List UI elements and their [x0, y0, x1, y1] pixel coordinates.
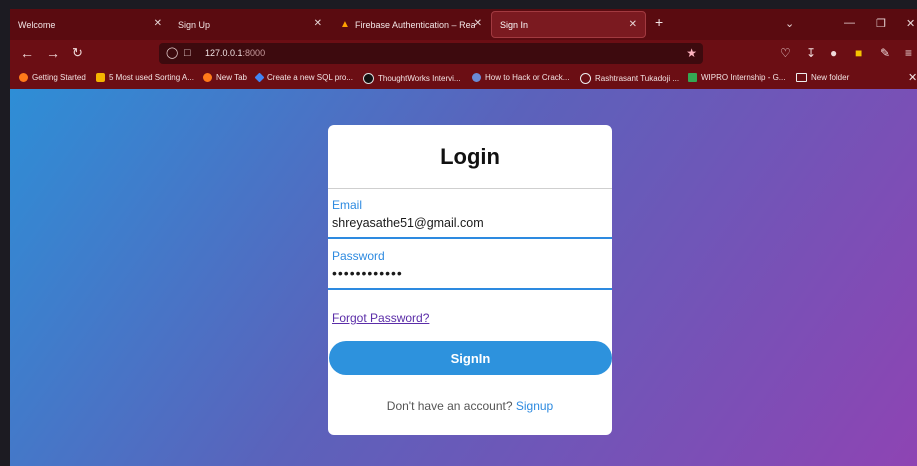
close-icon[interactable]: ✕ [314, 18, 322, 29]
close-icon[interactable]: ✕ [629, 19, 637, 30]
email-field[interactable] [332, 216, 602, 230]
close-icon[interactable]: ✕ [908, 71, 917, 84]
email-underline [328, 237, 612, 239]
password-field-group: Password •••••••••••• [328, 240, 612, 290]
bookmark-thoughtworks[interactable]: ThoughtWorks Intervi... [363, 73, 461, 84]
url-bar[interactable]: ◯ □ 127.0.0.1:8000 ★ [159, 43, 703, 64]
bookmark-getting-started[interactable]: Getting Started [19, 73, 86, 82]
key-icon [472, 73, 481, 82]
minimize-icon[interactable]: — [844, 17, 855, 29]
nav-toolbar: ← → ↻ ◯ □ 127.0.0.1:8000 ★ ♡ ↧ ● ■ ✎ ≡ [10, 40, 917, 68]
no-account-text: Don't have an account? [386, 399, 513, 413]
page-title: Login [440, 144, 500, 169]
tab-label: Firebase Authentication – Realtim [355, 19, 475, 30]
password-label: Password [332, 249, 385, 263]
bookmark-wipro[interactable]: WIPRO Internship - G... [688, 73, 785, 82]
firefox-icon [19, 73, 28, 82]
password-field[interactable]: •••••••••••• [332, 265, 602, 281]
signup-row: Don't have an account? Signup [328, 399, 612, 413]
tab-label: Welcome [18, 19, 56, 30]
back-icon[interactable]: ← [20, 45, 34, 61]
bookmarks-bar: Getting Started 5 Most used Sorting A...… [10, 68, 917, 89]
tab-welcome[interactable]: Welcome ✕ [10, 11, 170, 38]
list-all-tabs-icon[interactable]: ⌄ [785, 17, 794, 30]
bookmark-new-tab[interactable]: New Tab [203, 73, 247, 82]
folder-icon [796, 73, 807, 82]
password-underline [328, 288, 612, 290]
tab-sign-in[interactable]: Sign In ✕ [491, 11, 646, 38]
email-label: Email [332, 198, 363, 212]
drive-icon [688, 73, 697, 82]
thoughtworks-icon [363, 73, 374, 84]
tab-sign-up[interactable]: Sign Up ✕ [170, 11, 330, 38]
close-icon[interactable]: ✕ [474, 18, 482, 29]
tab-label: Sign In [500, 19, 529, 30]
menu-icon[interactable]: ≡ [905, 47, 912, 59]
signin-button[interactable]: SignIn [329, 341, 612, 375]
extension-icon[interactable]: ■ [855, 47, 862, 59]
url-text[interactable]: 127.0.0.1:8000 [205, 48, 265, 58]
page-icon[interactable]: □ [184, 47, 191, 59]
firebase-icon: ▲ [340, 18, 350, 30]
tab-label: Sign Up [178, 19, 211, 30]
restore-icon[interactable]: ❐ [876, 17, 886, 30]
new-tab-icon[interactable]: + [655, 15, 663, 29]
globe-icon [580, 73, 591, 84]
download-icon[interactable]: ↧ [806, 47, 816, 59]
bookmark-hack[interactable]: How to Hack or Crack... [472, 73, 569, 82]
account-icon[interactable]: ● [830, 47, 837, 59]
page-content: Login Email Password •••••••••••• Forgot… [10, 89, 917, 466]
bookmark-sql[interactable]: Create a new SQL pro... [254, 72, 353, 83]
browser-window: Welcome ✕ Sign Up ✕ ▲ Firebase Authentic… [10, 0, 917, 466]
window-close-icon[interactable]: ✕ [906, 17, 915, 30]
firefox-icon [203, 73, 212, 82]
login-card: Login Email Password •••••••••••• Forgot… [328, 125, 612, 435]
reload-icon[interactable]: ↻ [72, 45, 83, 61]
pocket-icon[interactable]: ♡ [780, 47, 791, 59]
forgot-password-link[interactable]: Forgot Password? [332, 311, 429, 325]
forward-icon[interactable]: → [46, 45, 60, 61]
bookmark-new-folder[interactable]: New folder [796, 73, 849, 82]
close-icon[interactable]: ✕ [154, 18, 162, 29]
signup-link[interactable]: Signup [516, 399, 553, 413]
extensions-puzzle-icon[interactable]: ✎ [880, 47, 890, 59]
diamond-icon [254, 72, 265, 83]
shield-icon[interactable]: ◯ [166, 47, 178, 59]
bookmark-tukadoji[interactable]: Rashtrasant Tukadoji ... [580, 73, 679, 84]
bookmark-sorting[interactable]: 5 Most used Sorting A... [96, 73, 194, 82]
email-field-group: Email [328, 189, 612, 239]
tab-firebase[interactable]: ▲ Firebase Authentication – Realtim ✕ [330, 11, 490, 38]
trophy-icon [96, 73, 105, 82]
bookmark-star-icon[interactable]: ★ [686, 46, 697, 60]
tab-bar: Welcome ✕ Sign Up ✕ ▲ Firebase Authentic… [10, 9, 917, 40]
